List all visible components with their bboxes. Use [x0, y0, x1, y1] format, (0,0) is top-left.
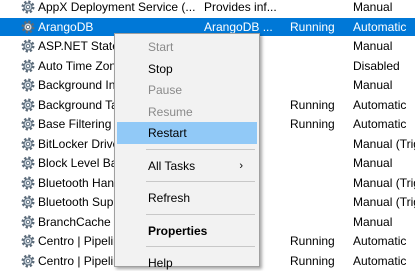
service-status: Running — [290, 117, 335, 131]
service-startup-type: Automatic — [353, 253, 407, 268]
menu-item-label: Pause — [148, 83, 183, 97]
service-startup-type: Automatic — [353, 19, 407, 34]
menu-item-pause[interactable]: Pause — [117, 79, 257, 101]
service-status — [290, 193, 348, 211]
service-startup-type: Manual (Trig — [353, 136, 415, 151]
gear-icon — [21, 195, 35, 209]
service-status — [290, 37, 348, 55]
menu-item-restart[interactable]: Restart — [117, 122, 257, 144]
service-startup-type: Automatic — [353, 97, 407, 112]
gear-icon — [21, 78, 35, 92]
service-status — [290, 0, 348, 16]
menu-item-label: Help — [148, 256, 173, 270]
gear-icon — [21, 234, 35, 248]
menu-item-label: All Tasks — [148, 158, 196, 173]
gear-icon — [21, 39, 35, 53]
service-startup-type: Manual — [353, 156, 393, 170]
service-description: Provides inf... — [204, 0, 277, 14]
gear-icon — [21, 215, 35, 229]
service-startup-type: Automatic — [353, 234, 407, 248]
menu-item-label: Resume — [148, 104, 193, 119]
gear-icon — [21, 254, 35, 268]
service-startup-type: Manual — [353, 0, 393, 14]
menu-item-stop[interactable]: Stop — [117, 58, 257, 80]
service-status — [290, 57, 348, 75]
service-startup-type: Manual — [353, 39, 393, 53]
menu-item-resume[interactable]: Resume — [117, 101, 257, 123]
gear-icon — [21, 156, 35, 170]
service-status — [290, 76, 348, 94]
service-startup-type: Manual (Trig — [353, 175, 415, 190]
service-status: Running — [290, 253, 335, 268]
menu-separator — [146, 181, 255, 182]
service-startup-type: Manual — [353, 214, 393, 229]
context-menu: Start Stop Pause Resume Restart All Tasks › Ref… — [114, 33, 260, 270]
gear-icon — [21, 0, 35, 14]
gear-icon — [21, 176, 35, 190]
service-status — [290, 154, 348, 172]
menu-item-help[interactable]: Help — [117, 252, 257, 271]
menu-item-label: Restart — [148, 126, 187, 140]
menu-item-properties[interactable]: Properties — [117, 220, 257, 242]
menu-separator — [146, 246, 255, 247]
service-startup-type: Manual — [353, 78, 393, 92]
service-status: Running — [290, 234, 335, 248]
submenu-arrow-icon: › — [239, 159, 243, 172]
service-status: Running — [290, 19, 335, 34]
gear-icon — [21, 20, 35, 34]
service-status — [290, 135, 348, 153]
menu-item-label: Refresh — [148, 191, 191, 205]
menu-item-refresh[interactable]: Refresh — [117, 187, 257, 209]
menu-item-label: Stop — [148, 61, 173, 76]
service-startup-type: Disabled — [353, 58, 400, 73]
service-row[interactable]: AppX Deployment Service (... Provides inf… — [0, 0, 415, 16]
gear-icon — [21, 137, 35, 151]
menu-separator — [146, 148, 255, 150]
menu-item-all-tasks[interactable]: All Tasks › — [117, 155, 257, 177]
service-status — [290, 174, 348, 192]
gear-icon — [21, 59, 35, 73]
gear-icon — [21, 98, 35, 112]
service-status — [290, 213, 348, 231]
service-name: AppX Deployment Service (... — [38, 0, 196, 14]
menu-item-label: Start — [148, 40, 174, 54]
menu-separator — [146, 213, 255, 215]
menu-item-start[interactable]: Start — [117, 36, 257, 58]
menu-item-label: Properties — [148, 223, 208, 238]
service-startup-type: Manual (Trig — [353, 195, 415, 209]
service-startup-type: Automatic — [353, 117, 407, 131]
gear-icon — [21, 117, 35, 131]
service-status: Running — [290, 97, 335, 112]
